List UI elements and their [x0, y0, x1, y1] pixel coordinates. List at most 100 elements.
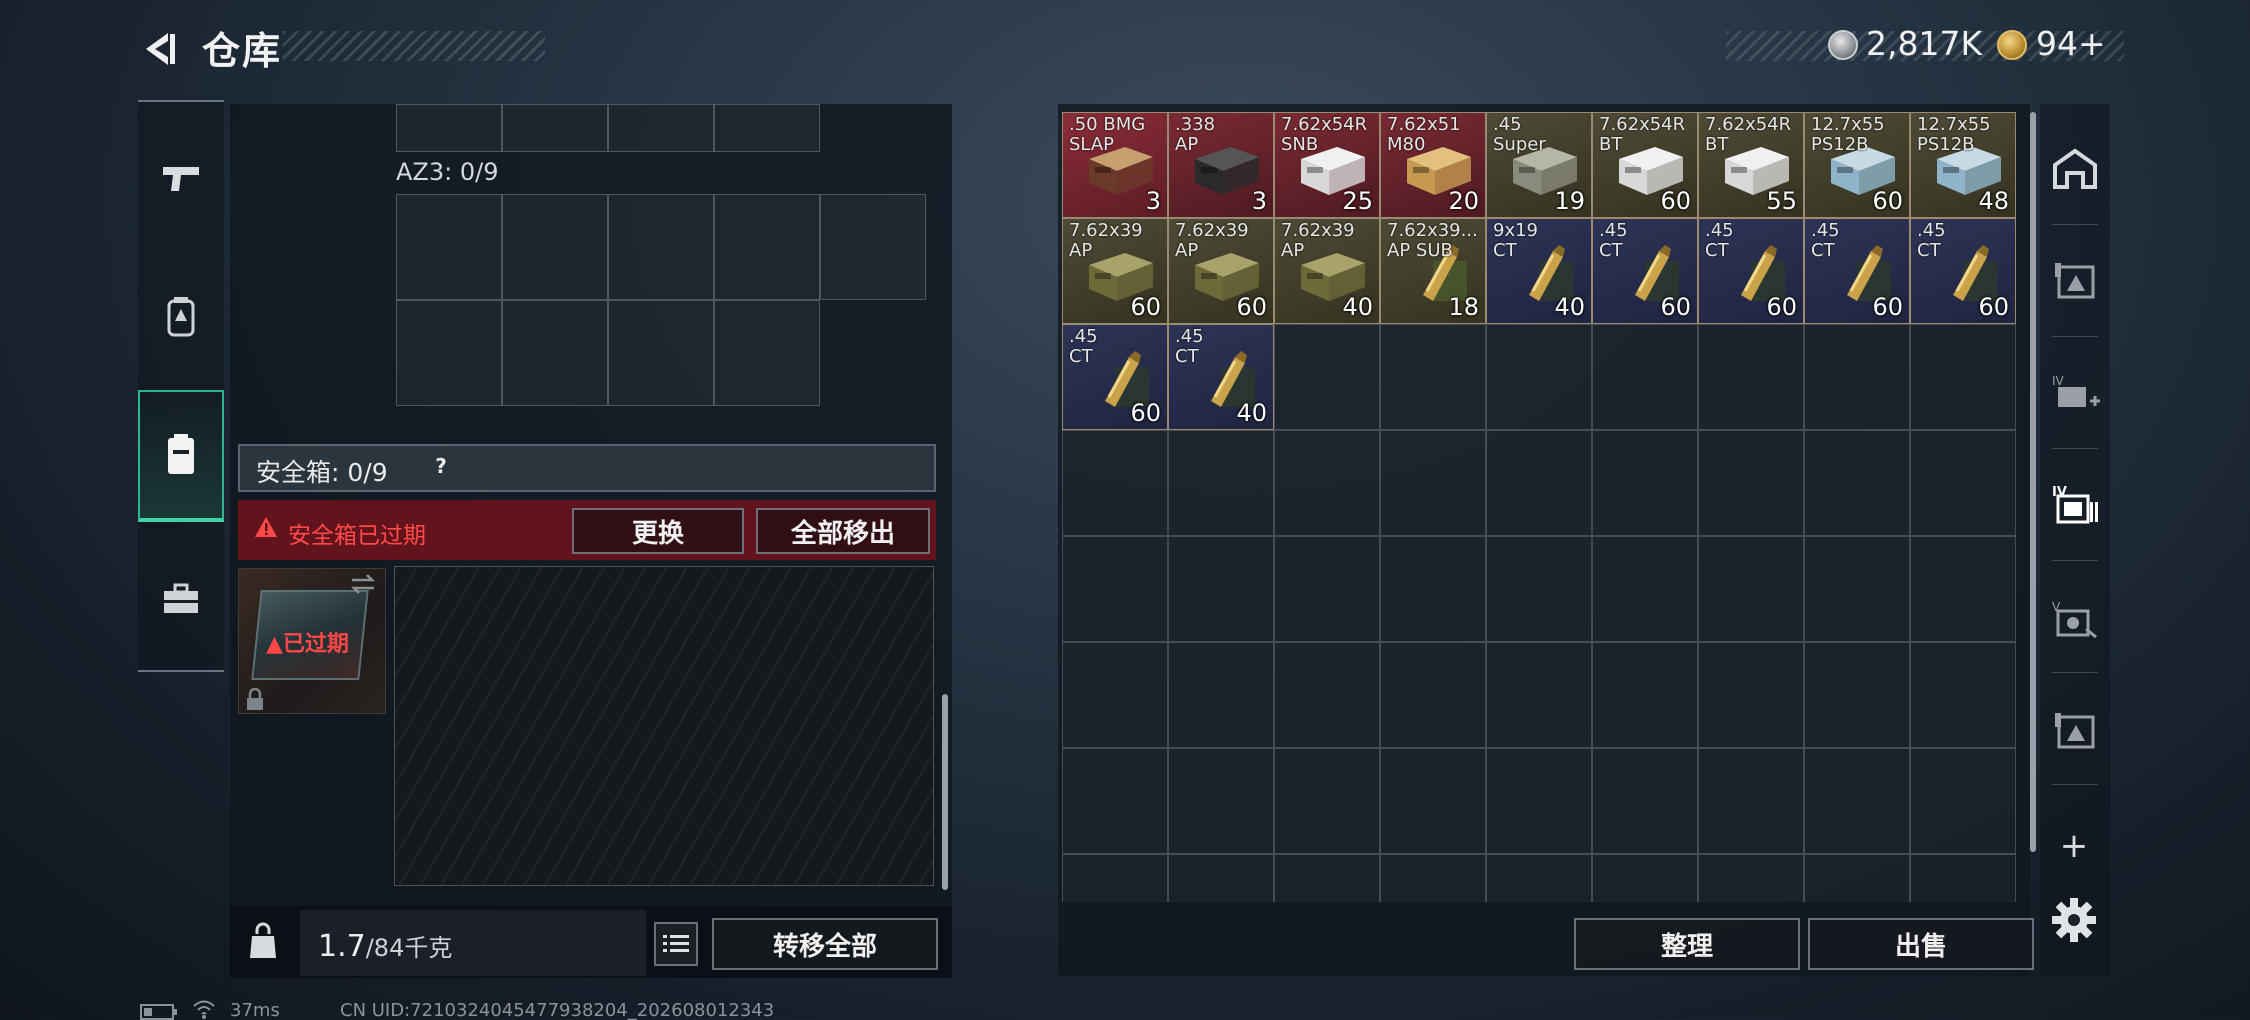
warehouse-slot[interactable]	[1592, 430, 1698, 536]
warehouse-slot[interactable]	[1804, 642, 1910, 748]
warehouse-tab-3[interactable]	[2044, 246, 2106, 316]
ammo-item[interactable]: 7.62x39 AP 60	[1168, 218, 1274, 324]
ammo-item[interactable]: .50 BMG SLAP 3	[1062, 112, 1168, 218]
warehouse-slot[interactable]	[1698, 536, 1804, 642]
warehouse-slot[interactable]	[1592, 642, 1698, 748]
back-arrow-icon[interactable]	[138, 28, 180, 70]
warehouse-slot[interactable]	[1910, 536, 2016, 642]
container-slot[interactable]	[608, 104, 714, 152]
warehouse-slot[interactable]	[1486, 748, 1592, 854]
warehouse-slot[interactable]	[1380, 430, 1486, 536]
warehouse-scrollbar[interactable]	[2030, 112, 2036, 852]
nav-backpack[interactable]	[138, 272, 224, 362]
container-slot[interactable]	[502, 194, 608, 300]
warehouse-slot[interactable]	[1698, 642, 1804, 748]
swap-icon[interactable]	[348, 572, 378, 596]
ammo-item[interactable]: 9x19 CT 40	[1486, 218, 1592, 324]
warehouse-slot[interactable]	[1274, 748, 1380, 854]
container-slot[interactable]	[714, 194, 820, 300]
ammo-item[interactable]: 7.62x39 AP 40	[1274, 218, 1380, 324]
ammo-item[interactable]: .45 CT 40	[1168, 324, 1274, 430]
warehouse-slot[interactable]	[1062, 430, 1168, 536]
warehouse-slot[interactable]	[1910, 324, 2016, 430]
warehouse-slot[interactable]	[1274, 430, 1380, 536]
container-slot[interactable]	[396, 300, 502, 406]
warehouse-slot[interactable]	[1804, 748, 1910, 854]
transfer-all-button[interactable]: 转移全部	[712, 918, 938, 970]
warehouse-slot[interactable]	[1062, 854, 1168, 902]
container-slot[interactable]	[608, 300, 714, 406]
warehouse-tab-6[interactable]	[2044, 696, 2106, 766]
warehouse-tab-home[interactable]	[2044, 134, 2106, 204]
warehouse-slot[interactable]	[1062, 536, 1168, 642]
container-slot[interactable]	[820, 194, 926, 300]
warehouse-slot[interactable]	[1274, 854, 1380, 902]
warehouse-slot[interactable]	[1592, 536, 1698, 642]
warehouse-slot[interactable]	[1486, 324, 1592, 430]
warehouse-slot[interactable]	[1804, 430, 1910, 536]
warehouse-slot[interactable]	[1486, 642, 1592, 748]
container-slot[interactable]	[714, 300, 820, 406]
container-slot[interactable]	[502, 104, 608, 152]
warehouse-slot[interactable]	[1380, 536, 1486, 642]
warehouse-tab-4-add[interactable]: IV	[2044, 358, 2106, 428]
warehouse-tab-5[interactable]: V	[2044, 584, 2106, 654]
gear-icon[interactable]	[2050, 896, 2098, 944]
ammo-item[interactable]: .45 CT 60	[1592, 218, 1698, 324]
add-storage-plus-icon[interactable]: +	[2056, 828, 2092, 864]
container-slot[interactable]	[608, 194, 714, 300]
ammo-item[interactable]: 7.62x51 M80 20	[1380, 112, 1486, 218]
warehouse-slot[interactable]	[1698, 430, 1804, 536]
ammo-item[interactable]: .338 AP 3	[1168, 112, 1274, 218]
container-slot[interactable]	[396, 194, 502, 300]
warehouse-slot[interactable]	[1168, 642, 1274, 748]
warehouse-slot[interactable]	[1168, 854, 1274, 902]
warehouse-slot[interactable]	[1168, 536, 1274, 642]
warehouse-slot[interactable]	[1698, 324, 1804, 430]
warehouse-slot[interactable]	[1804, 854, 1910, 902]
ammo-item[interactable]: 7.62x54R SNB 25	[1274, 112, 1380, 218]
warehouse-slot[interactable]	[1804, 324, 1910, 430]
warehouse-slot[interactable]	[1698, 854, 1804, 902]
ammo-item[interactable]: .45 Super 19	[1486, 112, 1592, 218]
ammo-item[interactable]: 7.62x54R BT 55	[1698, 112, 1804, 218]
warehouse-slot[interactable]	[1910, 854, 2016, 902]
warehouse-slot[interactable]	[1910, 642, 2016, 748]
ammo-item[interactable]: .45 CT 60	[1062, 324, 1168, 430]
ammo-item[interactable]: 12.7x55 PS12B 48	[1910, 112, 2016, 218]
help-icon[interactable]: ?	[428, 454, 454, 480]
warehouse-slot[interactable]	[1274, 642, 1380, 748]
warehouse-slot[interactable]	[1168, 748, 1274, 854]
warehouse-slot[interactable]	[1274, 324, 1380, 430]
nav-weapons[interactable]	[138, 134, 224, 224]
replace-button[interactable]: 更换	[572, 508, 744, 554]
warehouse-slot[interactable]	[1168, 430, 1274, 536]
warehouse-slot[interactable]	[1380, 642, 1486, 748]
ammo-item[interactable]: .45 CT 60	[1804, 218, 1910, 324]
gold-currency-value[interactable]: 94+	[2036, 24, 2106, 63]
warehouse-slot[interactable]	[1592, 748, 1698, 854]
ammo-item[interactable]: 7.62x39... AP SUB 18	[1380, 218, 1486, 324]
warehouse-slot[interactable]	[1274, 536, 1380, 642]
warehouse-tab-4-active[interactable]: IV	[2044, 470, 2106, 540]
warehouse-slot[interactable]	[1698, 748, 1804, 854]
warehouse-slot[interactable]	[1592, 324, 1698, 430]
nav-safe-box[interactable]	[138, 390, 224, 522]
list-view-button[interactable]	[654, 922, 698, 966]
ammo-item[interactable]: .45 CT 60	[1698, 218, 1804, 324]
ammo-item[interactable]: 7.62x54R BT 60	[1592, 112, 1698, 218]
warehouse-slot[interactable]	[1380, 324, 1486, 430]
ammo-item[interactable]: 12.7x55 PS12B 60	[1804, 112, 1910, 218]
ammo-item[interactable]: 7.62x39 AP 60	[1062, 218, 1168, 324]
warehouse-slot[interactable]	[1592, 854, 1698, 902]
warehouse-slot[interactable]	[1062, 748, 1168, 854]
warehouse-slot[interactable]	[1804, 536, 1910, 642]
sort-button[interactable]: 整理	[1574, 918, 1800, 970]
nav-toolbox[interactable]	[138, 554, 224, 644]
sell-button[interactable]: 出售	[1808, 918, 2034, 970]
warehouse-slot[interactable]	[1910, 748, 2016, 854]
warehouse-slot[interactable]	[1910, 430, 2016, 536]
left-scrollbar[interactable]	[942, 694, 948, 890]
warehouse-slot[interactable]	[1486, 854, 1592, 902]
warehouse-slot[interactable]	[1486, 536, 1592, 642]
